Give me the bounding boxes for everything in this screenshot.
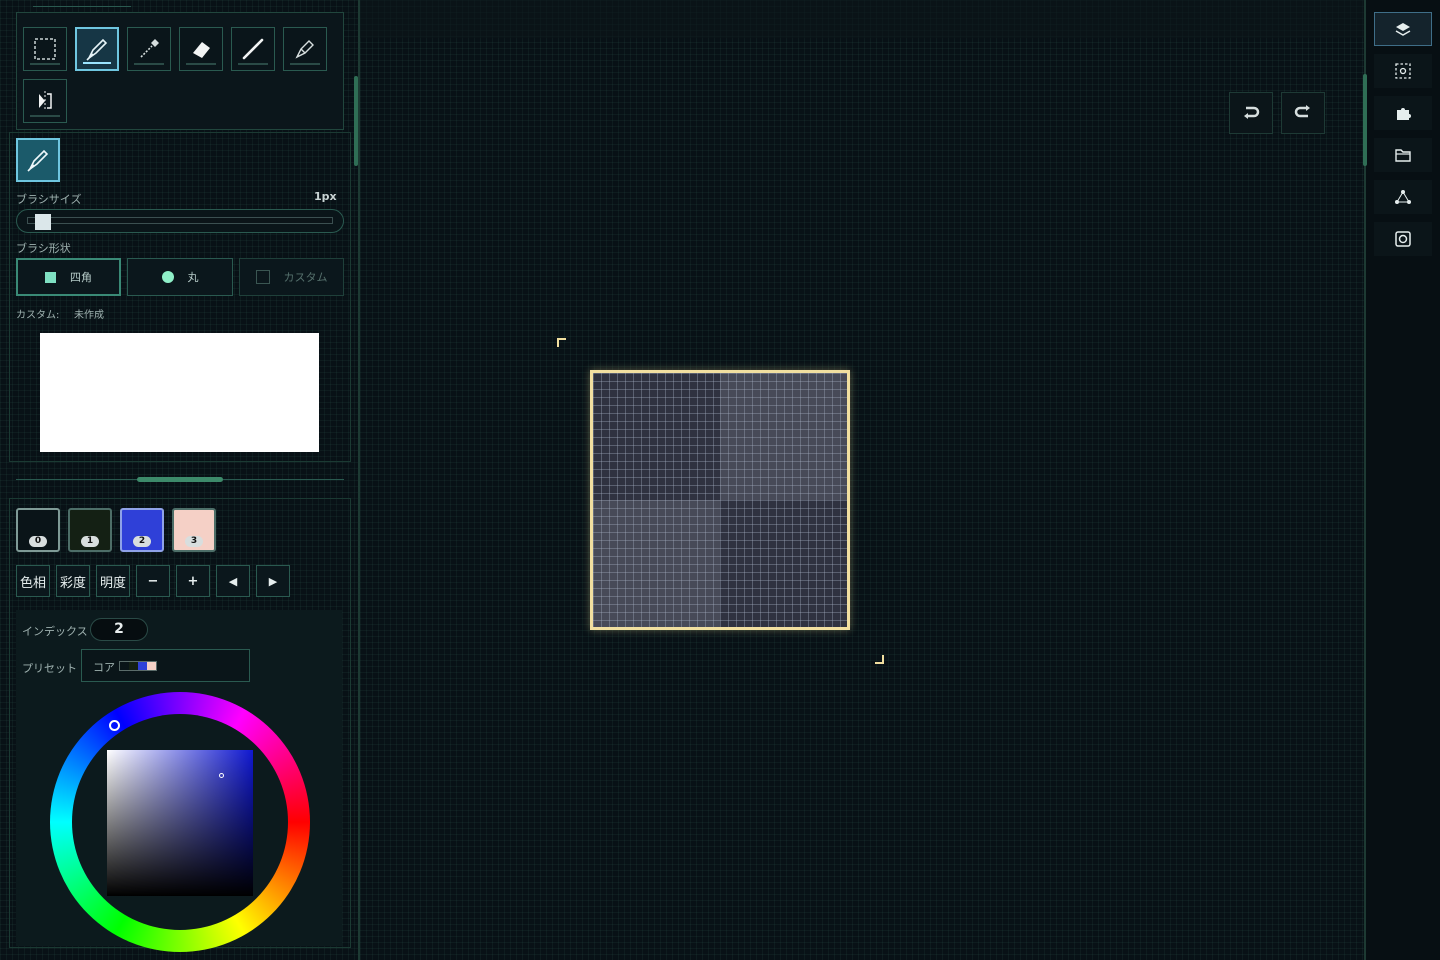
custom-label: カスタム: <box>16 310 60 321</box>
shape-round-button[interactable]: 丸 <box>127 258 233 296</box>
brush-size-label: ブラシサイズ <box>16 193 82 206</box>
mirror-icon <box>39 91 52 111</box>
nodes-icon <box>1395 190 1411 204</box>
left-panel: ブラシサイズ 1px ブラシ形状 四角 丸 カスタム カスタム: 未作成 0 1… <box>0 0 360 960</box>
selection-icon <box>1395 63 1411 79</box>
redo-icon <box>1294 105 1310 118</box>
prev-color-button[interactable]: ◀ <box>216 565 250 597</box>
index-field[interactable]: 2 <box>90 618 148 641</box>
saturation-button[interactable]: 彩度 <box>56 565 90 597</box>
swatch-index: 0 <box>29 536 47 547</box>
shape-square-button[interactable]: 四角 <box>16 258 121 296</box>
next-color-button[interactable]: ▶ <box>256 565 290 597</box>
custom-shape-icon <box>255 270 270 284</box>
line-icon <box>242 38 264 60</box>
hue-button[interactable]: 色相 <box>16 565 50 597</box>
panel-scrollbar[interactable] <box>354 76 358 166</box>
remove-color-button[interactable]: − <box>136 565 170 597</box>
camera-icon <box>1395 231 1411 247</box>
dashed-rect-icon <box>34 38 56 60</box>
swatch-index: 2 <box>133 536 151 547</box>
line-tool-button[interactable] <box>231 27 275 71</box>
folder-icon <box>1395 149 1411 162</box>
sv-handle[interactable] <box>219 773 224 778</box>
swatch-index: 1 <box>81 536 99 547</box>
add-color-button[interactable]: + <box>176 565 210 597</box>
index-label: インデックス <box>22 625 88 638</box>
plugin-button[interactable] <box>1374 96 1432 130</box>
eyedropper-tool-button[interactable] <box>127 27 171 71</box>
palette-swatch-2[interactable]: 2 <box>120 508 164 552</box>
square-icon <box>45 271 56 283</box>
canvas-area[interactable] <box>360 0 1364 960</box>
custom-brush-preview[interactable] <box>40 333 319 452</box>
canvas-quadrant <box>720 500 847 627</box>
slider-track <box>27 217 333 224</box>
hue-ring-handle[interactable] <box>109 720 120 731</box>
canvas-quadrant <box>720 373 847 500</box>
pen-tool-button[interactable] <box>75 27 119 71</box>
select-tool-button[interactable] <box>23 27 67 71</box>
pen-icon <box>86 38 108 61</box>
index-value: 2 <box>114 621 124 637</box>
palette-swatch-1[interactable]: 1 <box>68 508 112 552</box>
canvas-quadrant <box>593 500 720 627</box>
brush-size-slider[interactable] <box>16 209 344 233</box>
swatch-index: 3 <box>185 536 203 547</box>
camera-button[interactable] <box>1374 222 1432 256</box>
shape-custom-button[interactable]: カスタム <box>239 258 344 296</box>
custom-status: 未作成 <box>74 310 104 321</box>
nodes-button[interactable] <box>1374 180 1432 214</box>
layers-button[interactable] <box>1374 12 1432 46</box>
eraser-tool-button[interactable] <box>179 27 223 71</box>
palette-swatch-0[interactable]: 0 <box>16 508 60 552</box>
canvas-quadrant <box>593 373 720 500</box>
divider-handle[interactable] <box>137 477 223 482</box>
slider-thumb[interactable] <box>34 214 51 230</box>
redo-button[interactable] <box>1281 92 1325 134</box>
preset-label: プリセット <box>22 662 77 675</box>
panel-tab[interactable] <box>33 6 131 10</box>
fill-tool-button[interactable] <box>283 27 327 71</box>
shape-round-label: 丸 <box>187 271 199 284</box>
mirror-tool-button[interactable] <box>23 79 67 123</box>
shape-custom-label: カスタム <box>283 271 328 284</box>
eraser-icon <box>193 42 210 58</box>
eyedropper-icon <box>140 39 159 58</box>
folder-button[interactable] <box>1374 138 1432 172</box>
brush-shape-label: ブラシ形状 <box>16 242 71 255</box>
brightness-button[interactable]: 明度 <box>96 565 130 597</box>
right-panel <box>1363 0 1440 960</box>
preset-value: コア <box>93 661 115 674</box>
saturation-value-square[interactable] <box>107 750 253 896</box>
shape-square-label: 四角 <box>70 271 92 284</box>
palette-swatch-3[interactable]: 3 <box>172 508 216 552</box>
preset-swatches <box>119 661 157 671</box>
bucket-icon <box>295 40 314 59</box>
preset-select[interactable]: コア <box>81 649 250 682</box>
pixel-canvas[interactable] <box>590 370 850 630</box>
right-scrollbar[interactable] <box>1363 74 1367 166</box>
selection-corner-top-left <box>557 338 566 347</box>
brush-size-value: 1px <box>314 190 337 203</box>
current-brush-preview[interactable] <box>16 138 60 182</box>
layers-icon <box>1395 23 1411 36</box>
top-strip <box>360 0 1364 38</box>
selection-corner-bottom-right <box>875 655 884 664</box>
selection-button[interactable] <box>1374 54 1432 88</box>
undo-icon <box>1244 106 1260 119</box>
puzzle-icon <box>1397 108 1411 120</box>
pen-icon <box>27 149 49 172</box>
undo-button[interactable] <box>1229 92 1273 134</box>
circle-icon <box>161 271 174 283</box>
